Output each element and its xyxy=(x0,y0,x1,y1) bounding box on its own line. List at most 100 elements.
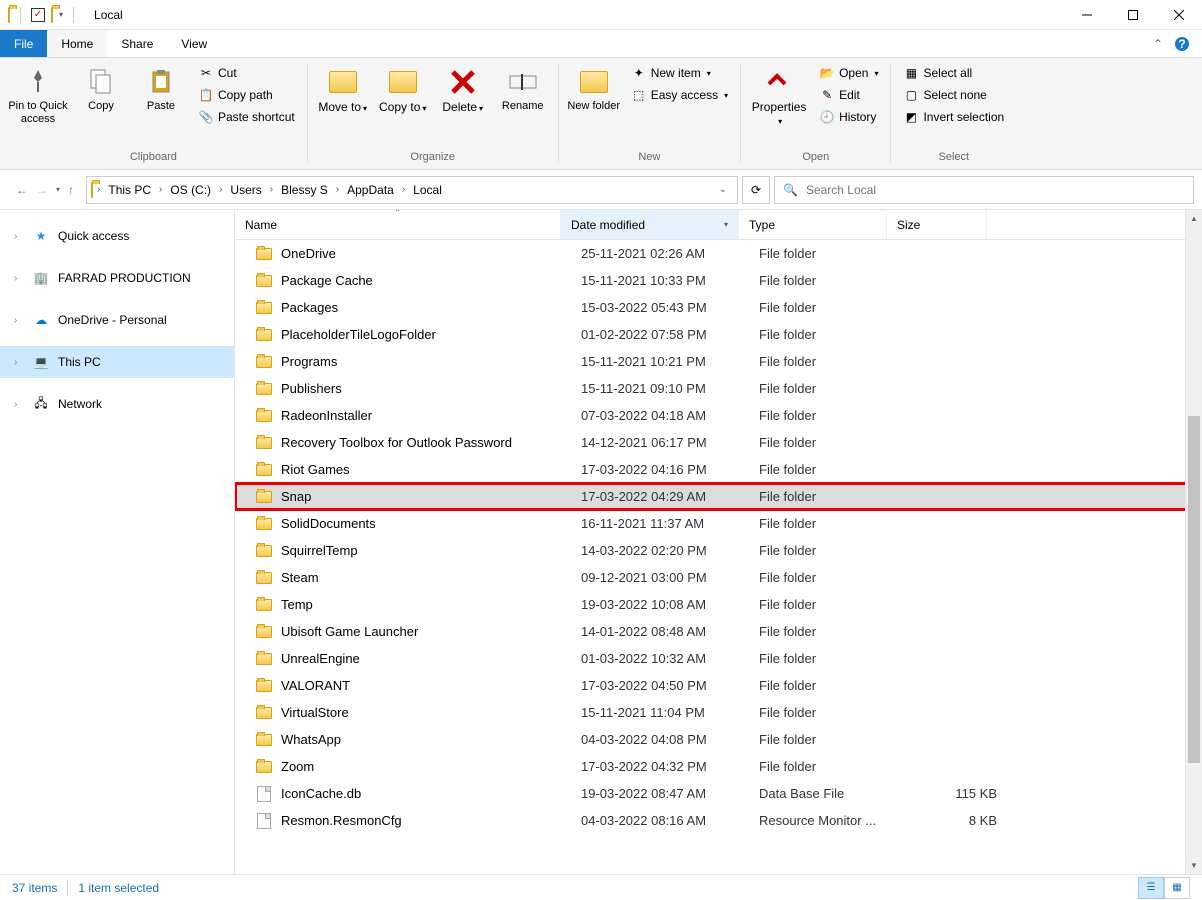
file-date: 17-03-2022 04:50 PM xyxy=(581,678,759,693)
close-button[interactable] xyxy=(1156,0,1202,30)
file-type: File folder xyxy=(759,516,907,531)
file-row[interactable]: Riot Games17-03-2022 04:16 PMFile folder xyxy=(235,456,1202,483)
paste-button[interactable]: Paste xyxy=(132,62,190,117)
new-folder-button[interactable]: New folder xyxy=(565,62,623,117)
crumb-1[interactable]: OS (C:) xyxy=(166,183,215,197)
refresh-button[interactable]: ⟳ xyxy=(742,176,770,204)
crumb-3[interactable]: Blessy S xyxy=(277,183,332,197)
maximize-button[interactable] xyxy=(1110,0,1156,30)
file-row[interactable]: Temp19-03-2022 10:08 AMFile folder xyxy=(235,591,1202,618)
crumb-5[interactable]: Local xyxy=(409,183,446,197)
scroll-down-button[interactable]: ▼ xyxy=(1186,857,1202,874)
nav-network[interactable]: › 🖧 Network xyxy=(0,388,234,420)
file-row[interactable]: PlaceholderTileLogoFolder01-02-2022 07:5… xyxy=(235,321,1202,348)
tab-home[interactable]: Home xyxy=(47,30,107,57)
qat-folder-icon[interactable] xyxy=(51,8,53,22)
copy-path-button[interactable]: 📋Copy path xyxy=(192,84,301,106)
app-folder-icon xyxy=(8,8,10,22)
file-type: File folder xyxy=(759,651,907,666)
delete-button[interactable]: Delete▾ xyxy=(434,62,492,119)
column-type[interactable]: Type xyxy=(739,210,887,239)
pin-quick-access-button[interactable]: Pin to Quick access xyxy=(6,62,70,130)
address-bar[interactable]: › This PC› OS (C:)› Users› Blessy S› App… xyxy=(86,176,738,204)
file-row[interactable]: OneDrive25-11-2021 02:26 AMFile folder xyxy=(235,240,1202,267)
open-button[interactable]: 📂Open▾ xyxy=(813,62,884,84)
copy-button[interactable]: Copy xyxy=(72,62,130,117)
properties-button[interactable]: Properties▾ xyxy=(747,62,811,132)
minimize-button[interactable] xyxy=(1064,0,1110,30)
file-row[interactable]: WhatsApp04-03-2022 04:08 PMFile folder xyxy=(235,726,1202,753)
help-button[interactable]: ? xyxy=(1170,30,1194,57)
rename-button[interactable]: Rename xyxy=(494,62,552,117)
edit-button[interactable]: ✎Edit xyxy=(813,84,884,106)
file-type: File folder xyxy=(759,327,907,342)
select-none-button[interactable]: ▢Select none xyxy=(897,84,1010,106)
file-row[interactable]: VALORANT17-03-2022 04:50 PMFile folder xyxy=(235,672,1202,699)
folder-icon xyxy=(255,545,273,557)
file-name: Recovery Toolbox for Outlook Password xyxy=(281,435,581,450)
address-dropdown[interactable]: ⌄ xyxy=(719,184,727,195)
recent-dropdown[interactable]: ▾ xyxy=(56,185,60,194)
select-all-icon: ▦ xyxy=(903,65,919,81)
chevron-right-icon: › xyxy=(14,273,24,284)
easy-access-button[interactable]: ⬚Easy access▾ xyxy=(625,84,734,106)
file-icon xyxy=(255,786,273,802)
vertical-scrollbar[interactable]: ▲ ▼ xyxy=(1185,210,1202,874)
select-all-button[interactable]: ▦Select all xyxy=(897,62,1010,84)
tab-view[interactable]: View xyxy=(167,30,221,57)
chevron-right-icon: › xyxy=(14,315,24,326)
move-to-button[interactable]: Move to▾ xyxy=(314,62,372,119)
new-item-button[interactable]: ✦New item▾ xyxy=(625,62,734,84)
crumb-4[interactable]: AppData xyxy=(343,183,398,197)
cut-button[interactable]: ✂Cut xyxy=(192,62,301,84)
file-name: OneDrive xyxy=(281,246,581,261)
nav-onedrive[interactable]: › ☁ OneDrive - Personal xyxy=(0,304,234,336)
file-row[interactable]: Zoom17-03-2022 04:32 PMFile folder xyxy=(235,753,1202,780)
details-view-button[interactable]: ☰ xyxy=(1138,877,1164,899)
copy-to-button[interactable]: Copy to▾ xyxy=(374,62,432,119)
file-row[interactable]: UnrealEngine01-03-2022 10:32 AMFile fold… xyxy=(235,645,1202,672)
crumb-0[interactable]: This PC xyxy=(104,183,155,197)
qat-properties-button[interactable]: ✓ xyxy=(31,8,45,22)
file-row[interactable]: SolidDocuments16-11-2021 11:37 AMFile fo… xyxy=(235,510,1202,537)
forward-button[interactable]: → xyxy=(36,183,48,197)
nav-this-pc[interactable]: › 💻 This PC xyxy=(0,346,234,378)
folder-icon xyxy=(255,734,273,746)
thumbnails-view-button[interactable]: ▦ xyxy=(1164,877,1190,899)
column-date[interactable]: Date modified ▾ xyxy=(561,210,739,239)
file-row[interactable]: Recovery Toolbox for Outlook Password14-… xyxy=(235,429,1202,456)
paste-shortcut-button[interactable]: 📎Paste shortcut xyxy=(192,106,301,128)
file-row[interactable]: Ubisoft Game Launcher14-01-2022 08:48 AM… xyxy=(235,618,1202,645)
column-filter-dropdown[interactable]: ▾ xyxy=(718,220,728,229)
ribbon-collapse-button[interactable]: ⌃ xyxy=(1146,30,1170,57)
file-row[interactable]: VirtualStore15-11-2021 11:04 PMFile fold… xyxy=(235,699,1202,726)
qat-dropdown[interactable]: ▾ xyxy=(59,10,63,19)
file-row[interactable]: Package Cache15-11-2021 10:33 PMFile fol… xyxy=(235,267,1202,294)
nav-farrad[interactable]: › 🏢 FARRAD PRODUCTION xyxy=(0,262,234,294)
tab-file[interactable]: File xyxy=(0,30,47,57)
up-button[interactable]: ↑ xyxy=(68,183,74,197)
tab-share[interactable]: Share xyxy=(107,30,167,57)
crumb-2[interactable]: Users xyxy=(226,183,265,197)
file-row[interactable]: Snap17-03-2022 04:29 AMFile folder xyxy=(235,483,1202,510)
search-input[interactable] xyxy=(806,183,1185,197)
file-row[interactable]: Publishers15-11-2021 09:10 PMFile folder xyxy=(235,375,1202,402)
nav-quick-access[interactable]: › ★ Quick access xyxy=(0,220,234,252)
scroll-up-button[interactable]: ▲ xyxy=(1186,210,1202,227)
file-row[interactable]: Programs15-11-2021 10:21 PMFile folder xyxy=(235,348,1202,375)
file-row[interactable]: Packages15-03-2022 05:43 PMFile folder xyxy=(235,294,1202,321)
file-row[interactable]: Steam09-12-2021 03:00 PMFile folder xyxy=(235,564,1202,591)
invert-selection-button[interactable]: ◩Invert selection xyxy=(897,106,1010,128)
column-size[interactable]: Size xyxy=(887,210,987,239)
file-row[interactable]: RadeonInstaller07-03-2022 04:18 AMFile f… xyxy=(235,402,1202,429)
scroll-thumb[interactable] xyxy=(1188,416,1200,763)
file-date: 17-03-2022 04:32 PM xyxy=(581,759,759,774)
back-button[interactable]: ← xyxy=(16,183,28,197)
file-row[interactable]: IconCache.db19-03-2022 08:47 AMData Base… xyxy=(235,780,1202,807)
file-row[interactable]: SquirrelTemp14-03-2022 02:20 PMFile fold… xyxy=(235,537,1202,564)
file-type: File folder xyxy=(759,273,907,288)
file-row[interactable]: Resmon.ResmonCfg04-03-2022 08:16 AMResou… xyxy=(235,807,1202,834)
search-box[interactable]: 🔍 xyxy=(774,176,1194,204)
history-button[interactable]: 🕘History xyxy=(813,106,884,128)
column-name[interactable]: Name ⌃ xyxy=(235,210,561,239)
